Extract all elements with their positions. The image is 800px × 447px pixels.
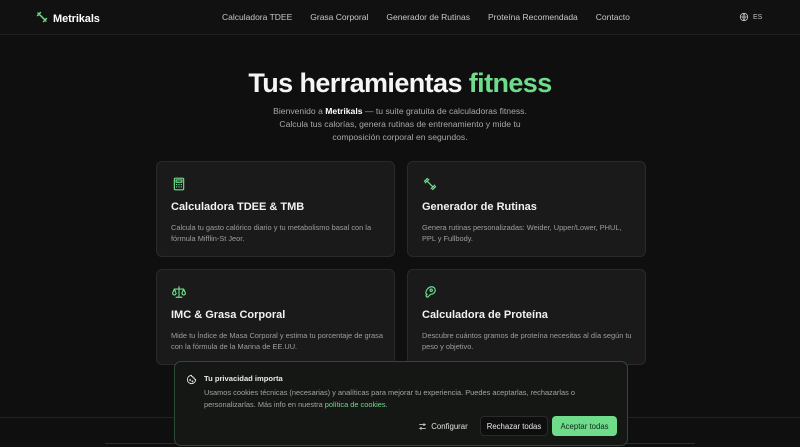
language-switcher[interactable]: ES <box>739 12 762 22</box>
cookie-icon <box>186 374 197 385</box>
hero-subtitle: Bienvenido a Metrikals — tu suite gratui… <box>260 105 540 144</box>
nav-link-proteina[interactable]: Proteína Recomendada <box>488 12 578 22</box>
card-title: Generador de Rutinas <box>422 201 537 213</box>
tool-card-imc[interactable]: IMC & Grasa Corporal Mide tu Índice de M… <box>156 269 395 365</box>
brand-name: Metrikals <box>53 13 100 25</box>
tool-card-rutinas[interactable]: Generador de Rutinas Genera rutinas pers… <box>407 161 646 257</box>
scale-icon <box>172 285 186 299</box>
nav-link-grasa[interactable]: Grasa Corporal <box>310 12 368 22</box>
tool-card-proteina[interactable]: Calculadora de Proteína Descubre cuántos… <box>407 269 646 365</box>
brand-logo[interactable]: Metrikals <box>36 10 100 28</box>
cookie-consent-banner: Tu privacidad importa Usamos cookies téc… <box>174 361 628 446</box>
reject-all-button[interactable]: Rechazar todas <box>480 416 548 436</box>
top-navbar: Metrikals Calculadora TDEE Grasa Corpora… <box>0 0 800 35</box>
cookie-title: Tu privacidad importa <box>204 374 283 383</box>
configure-button-label: Configurar <box>431 421 468 431</box>
card-description: Descubre cuántos gramos de proteína nece… <box>422 331 632 351</box>
configure-cookies-button[interactable]: Configurar <box>413 416 473 436</box>
sliders-icon <box>419 422 427 430</box>
card-description: Mide tu Índice de Masa Corporal y estima… <box>171 331 383 351</box>
nav-link-tdee[interactable]: Calculadora TDEE <box>222 12 292 22</box>
cookie-policy-link[interactable]: política de cookies <box>325 400 386 409</box>
main-nav: Calculadora TDEE Grasa Corporal Generado… <box>222 12 630 22</box>
nav-link-contacto[interactable]: Contacto <box>596 12 630 22</box>
dumbbell-logo-icon <box>36 10 48 28</box>
hero-sub-prefix: Bienvenido a <box>273 106 323 116</box>
accept-all-button[interactable]: Aceptar todas <box>552 416 617 436</box>
cookie-text-body: Usamos cookies técnicas (necesarias) y a… <box>204 388 575 409</box>
calculator-icon <box>172 177 186 191</box>
card-description: Genera rutinas personalizadas: Weider, U… <box>422 223 622 243</box>
cookie-text-end: . <box>385 399 388 409</box>
card-description: Calcula tu gasto calórico diario y tu me… <box>171 223 372 243</box>
tool-card-tdee[interactable]: Calculadora TDEE & TMB Calcula tu gasto … <box>156 161 395 257</box>
cookie-text: Usamos cookies técnicas (necesarias) y a… <box>204 387 614 410</box>
card-title: IMC & Grasa Corporal <box>171 309 286 321</box>
card-title: Calculadora TDEE & TMB <box>171 201 305 213</box>
hero-title-accent: fitness <box>468 68 552 98</box>
nav-link-rutinas[interactable]: Generador de Rutinas <box>386 12 470 22</box>
meat-icon <box>423 285 437 299</box>
card-title: Calculadora de Proteína <box>422 309 548 321</box>
language-label: ES <box>753 13 763 21</box>
dumbbell-icon <box>423 177 437 191</box>
globe-icon <box>739 12 749 22</box>
hero-title: Tus herramientas fitness <box>0 68 800 99</box>
hero-title-main: Tus herramientas <box>248 68 462 98</box>
hero-sub-brand: Metrikals <box>325 106 363 116</box>
